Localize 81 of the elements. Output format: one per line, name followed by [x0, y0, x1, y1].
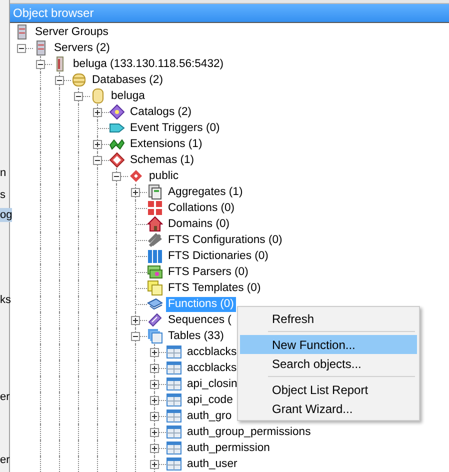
partial-text: ks — [0, 293, 11, 307]
tree-item[interactable]: api_code — [185, 392, 235, 408]
tree-item[interactable]: api_closin — [185, 376, 240, 392]
expand-toggle[interactable] — [150, 380, 159, 389]
tree-item[interactable]: FTS Dictionaries (0) — [166, 248, 270, 264]
expand-toggle[interactable] — [131, 316, 140, 325]
table-icon — [166, 440, 182, 456]
tree-item[interactable]: Domains (0) — [166, 216, 232, 232]
expand-toggle[interactable] — [93, 156, 102, 165]
menu-item[interactable]: Search objects... — [240, 354, 417, 373]
tree-item[interactable]: Schemas (1) — [128, 152, 196, 168]
menu-item[interactable]: Refresh — [240, 309, 417, 328]
database-icon — [90, 88, 106, 104]
tree-item[interactable]: Event Triggers (0) — [128, 120, 222, 136]
catalog-icon — [109, 104, 125, 120]
schema-group-icon — [109, 152, 125, 168]
expand-toggle[interactable] — [150, 348, 159, 357]
tree-item[interactable]: beluga — [109, 88, 147, 104]
table-icon — [166, 456, 182, 472]
tree-item[interactable]: FTS Parsers (0) — [166, 264, 250, 280]
expand-toggle[interactable] — [150, 444, 159, 453]
schema-icon — [128, 168, 144, 184]
table-icon — [166, 392, 182, 408]
database-group-icon — [71, 72, 87, 88]
expand-toggle[interactable] — [131, 332, 140, 341]
expand-toggle[interactable] — [150, 428, 159, 437]
partial-text: s — [0, 188, 6, 202]
partial-text: og — [0, 208, 12, 222]
expand-toggle[interactable] — [93, 140, 102, 149]
tree-item[interactable]: Servers (2) — [52, 40, 112, 56]
table-icon — [166, 408, 182, 424]
tree-item[interactable]: auth_gro — [185, 408, 234, 424]
tree-item[interactable]: auth_group_permissions — [185, 424, 313, 440]
tree-item[interactable]: Aggregates (1) — [166, 184, 245, 200]
fts-parser-icon — [147, 264, 163, 280]
tree-item[interactable]: Databases (2) — [90, 72, 165, 88]
domain-icon — [147, 216, 163, 232]
expand-toggle[interactable] — [93, 108, 102, 117]
tree-item[interactable]: auth_user — [185, 456, 240, 472]
aggregate-icon — [147, 184, 163, 200]
collation-icon — [147, 200, 163, 216]
tree-item[interactable]: Collations (0) — [166, 200, 237, 216]
table-icon — [166, 344, 182, 360]
tree-item[interactable]: accblacks — [185, 360, 239, 376]
partial-text: er — [0, 453, 10, 467]
tree-item[interactable]: auth_permission — [185, 440, 272, 456]
tree-item[interactable]: Extensions (1) — [128, 136, 204, 152]
table-icon — [166, 424, 182, 440]
tree-item[interactable]: Server Groups — [33, 24, 110, 40]
expand-toggle[interactable] — [150, 460, 159, 469]
fts-template-icon — [147, 280, 163, 296]
expand-toggle[interactable] — [17, 44, 26, 53]
menu-item[interactable]: Grant Wizard... — [240, 399, 417, 418]
expand-toggle[interactable] — [150, 396, 159, 405]
fts-dict-icon — [147, 248, 163, 264]
menu-item[interactable]: Object List Report — [240, 380, 417, 399]
expand-toggle[interactable] — [150, 364, 159, 373]
table-icon — [166, 360, 182, 376]
partial-text: n — [0, 166, 6, 180]
fts-config-icon — [147, 232, 163, 248]
tree-item[interactable]: Tables (33) — [166, 328, 226, 344]
expand-toggle[interactable] — [150, 412, 159, 421]
expand-toggle[interactable] — [55, 76, 64, 85]
expand-toggle[interactable] — [131, 188, 140, 197]
menu-item[interactable]: New Function... — [240, 335, 417, 354]
expand-toggle[interactable] — [74, 92, 83, 101]
sequence-icon — [147, 312, 163, 328]
partial-text: er — [0, 390, 10, 404]
tree-item[interactable]: beluga (133.130.118.56:5432) — [71, 56, 226, 72]
tree-item[interactable]: Catalogs (2) — [128, 104, 194, 120]
tree-item[interactable]: Sequences ( — [166, 312, 234, 328]
tree-item[interactable]: public — [147, 168, 181, 184]
tree-item[interactable]: FTS Configurations (0) — [166, 232, 284, 248]
expand-toggle[interactable] — [36, 60, 45, 69]
tree-item[interactable]: FTS Templates (0) — [166, 280, 263, 296]
panel-title: Object browser — [10, 4, 449, 23]
table-icon — [166, 376, 182, 392]
expand-toggle[interactable] — [112, 172, 121, 181]
function-icon — [147, 296, 163, 312]
table-group-icon — [147, 328, 163, 344]
tree-item[interactable]: accblacks — [185, 344, 239, 360]
